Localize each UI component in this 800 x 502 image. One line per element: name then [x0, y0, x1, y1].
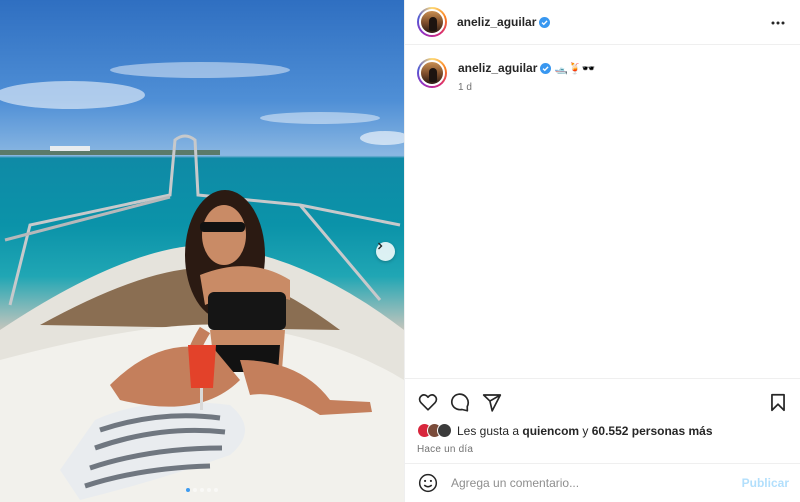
post-actions: Les gusta a quiencom y 60.552 personas m… — [405, 378, 800, 455]
liker-avatar[interactable] — [437, 423, 452, 438]
post-caption: aneliz_aguilar 🛥️🍹🕶️ 1 d — [417, 58, 595, 93]
verified-badge-icon — [539, 17, 551, 28]
bookmark-icon — [771, 393, 785, 411]
post-side-panel: aneliz_aguilar aneliz_aguilar 🛥️🍹🕶️ 1 d — [404, 0, 800, 502]
carousel-next-button[interactable] — [376, 242, 395, 261]
post-image[interactable] — [0, 0, 404, 502]
paper-plane-icon — [482, 393, 502, 412]
carousel-dot — [200, 488, 204, 492]
caption-username[interactable]: aneliz_aguilar — [458, 61, 537, 75]
header-username[interactable]: aneliz_aguilar — [457, 15, 551, 29]
more-dots-icon — [771, 21, 785, 25]
more-options-button[interactable] — [768, 13, 788, 33]
chevron-right-icon — [378, 242, 383, 250]
carousel-dot — [207, 488, 211, 492]
liker-username[interactable]: quiencom — [522, 424, 579, 438]
caption-avatar[interactable] — [417, 58, 447, 88]
carousel-dot — [214, 488, 218, 492]
likes-connector: y — [582, 423, 589, 438]
carousel-dot — [186, 488, 190, 492]
avatar[interactable] — [417, 7, 447, 37]
like-button[interactable] — [417, 391, 439, 413]
save-button[interactable] — [767, 391, 789, 413]
emoji-button[interactable] — [417, 472, 439, 494]
heart-icon — [418, 394, 438, 411]
comment-icon — [450, 393, 470, 412]
share-button[interactable] — [481, 391, 503, 413]
likes-summary: Les gusta a quiencom y 60.552 personas m… — [417, 423, 789, 438]
comment-input[interactable] — [451, 476, 721, 490]
comment-button[interactable] — [449, 391, 471, 413]
post-header: aneliz_aguilar — [405, 0, 800, 45]
carousel-indicator — [0, 488, 404, 492]
boat-scene — [0, 62, 404, 502]
post-timestamp[interactable]: Hace un día — [417, 444, 789, 455]
carousel-dot — [193, 488, 197, 492]
username-text[interactable]: aneliz_aguilar — [457, 15, 536, 29]
caption-text: 🛥️🍹🕶️ — [554, 63, 596, 75]
likes-count[interactable]: 60.552 personas más — [592, 424, 713, 438]
publish-button[interactable]: Publicar — [742, 476, 789, 490]
caption-timestamp[interactable]: 1 d — [458, 82, 595, 93]
smiley-icon — [418, 473, 438, 493]
comment-bar: Publicar — [405, 463, 800, 502]
likes-prefix: Les gusta a — [457, 423, 520, 438]
verified-badge-icon — [540, 63, 552, 74]
